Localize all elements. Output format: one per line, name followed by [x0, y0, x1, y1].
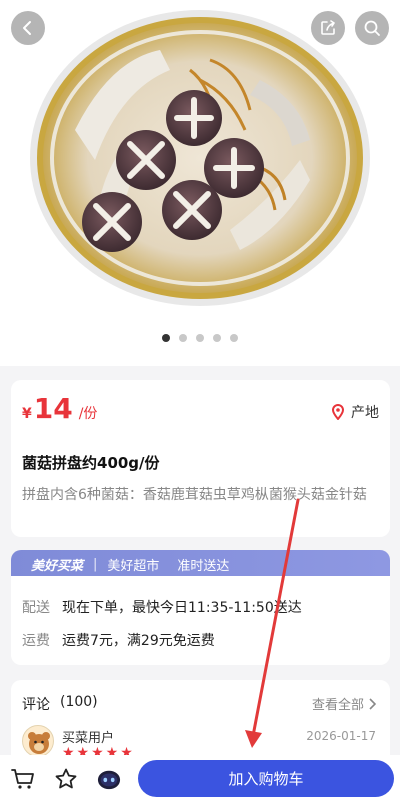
avatar-bear-icon: [28, 732, 50, 754]
product-title: 菌菇拼盘约400g/份: [22, 454, 160, 472]
assistant-robot-icon: [97, 770, 121, 790]
cart-button[interactable]: [11, 767, 35, 791]
price-currency: ¥: [22, 406, 32, 422]
reviews-header: 评论 (100): [22, 694, 98, 714]
back-icon: [23, 21, 31, 35]
shipping-value: 运费7元，满29元免运费: [62, 633, 215, 649]
gallery-pagination: [0, 334, 400, 342]
back-button[interactable]: [11, 11, 45, 45]
delivery-promise: 准时送达: [177, 558, 230, 574]
price: ¥ 14 /份: [22, 392, 97, 425]
origin-label: 产地: [351, 405, 379, 421]
reviews-count: (100): [60, 694, 98, 710]
see-all-reviews-link[interactable]: 查看全部: [312, 694, 376, 713]
cart-icon: [11, 769, 34, 789]
review-date: 2026-01-17: [306, 729, 376, 743]
shipping-fee-row: 运费 运费7元，满29元免运费: [22, 630, 215, 650]
assistant-button[interactable]: [97, 767, 121, 791]
favorite-star-icon: [55, 768, 77, 789]
avatar: [22, 725, 54, 757]
see-all-label: 查看全部: [311, 698, 364, 713]
reviewer-name: 买菜用户: [62, 731, 115, 746]
product-info-card: ¥ 14 /份 产地 菌菇拼盘约400g/份 拼盘内含6种菌菇：香菇鹿茸菇虫草鸡…: [11, 380, 390, 537]
search-button[interactable]: [355, 11, 389, 45]
store-name: 美好超市: [107, 558, 160, 574]
gallery-dot[interactable]: [179, 334, 187, 342]
price-unit: /份: [78, 406, 98, 422]
shipping-label: 运费: [22, 633, 50, 649]
bottom-action-bar: 加入购物车: [0, 755, 400, 801]
delivery-banner: 美好买菜 | 美好超市 准时送达: [11, 550, 390, 578]
location-pin-icon: [331, 404, 345, 420]
delivery-time-row: 配送 现在下单，最快今日11:35-11:50送达: [22, 597, 302, 617]
brand-name: 美好买菜: [31, 558, 84, 574]
price-value: 14: [33, 392, 73, 425]
reviews-label: 评论: [22, 697, 50, 713]
chevron-right-icon: [369, 697, 376, 710]
favorite-button[interactable]: [54, 767, 78, 791]
origin-button[interactable]: 产地: [331, 402, 379, 422]
search-icon: [364, 20, 380, 36]
share-button[interactable]: [311, 11, 345, 45]
product-description: 拼盘内含6种菌菇：香菇鹿茸菇虫草鸡枞菌猴头菇金针菇: [22, 487, 367, 503]
product-image-gallery[interactable]: [0, 0, 400, 366]
gallery-dot[interactable]: [196, 334, 204, 342]
product-image: [30, 10, 370, 306]
delivery-value: 现在下单，最快今日11:35-11:50送达: [62, 600, 302, 616]
gallery-dot[interactable]: [230, 334, 238, 342]
banner-divider: |: [93, 556, 98, 572]
share-icon: [321, 20, 335, 35]
add-to-cart-button[interactable]: 加入购物车: [138, 760, 394, 797]
gallery-dot[interactable]: [162, 334, 170, 342]
delivery-label: 配送: [22, 600, 50, 616]
gallery-dot[interactable]: [213, 334, 221, 342]
delivery-card: 配送 现在下单，最快今日11:35-11:50送达 运费 运费7元，满29元免运…: [11, 576, 390, 665]
